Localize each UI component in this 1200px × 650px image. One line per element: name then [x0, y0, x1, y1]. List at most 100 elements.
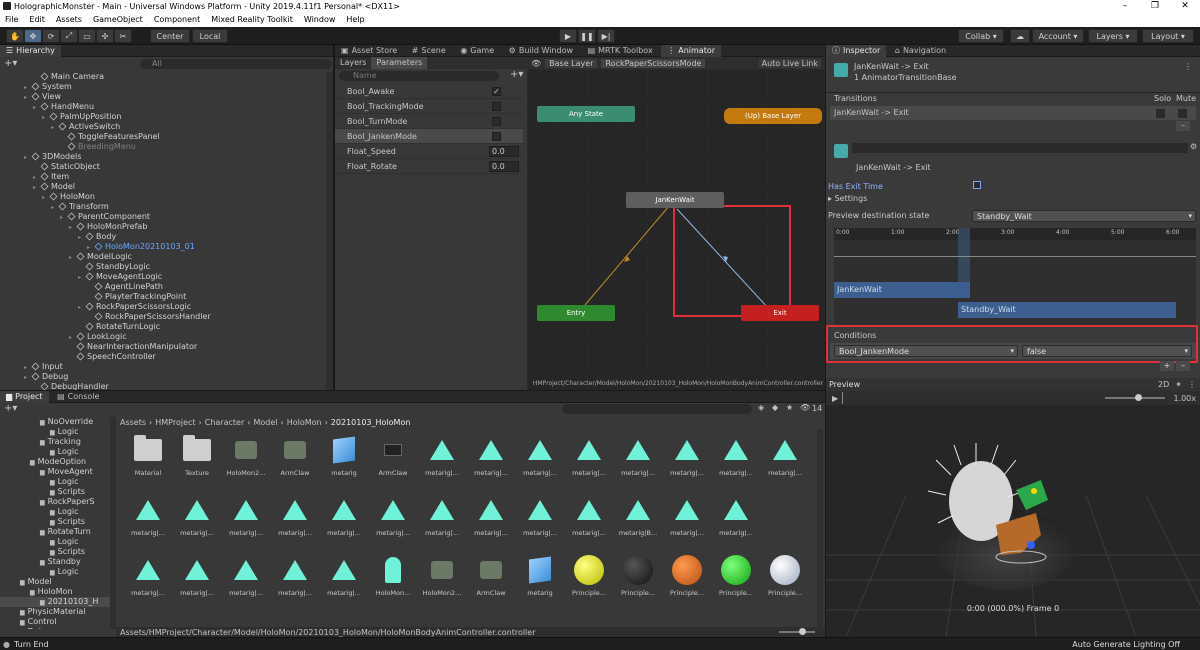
breadcrumb-rps-mode[interactable]: RockPaperScissorsMode	[601, 58, 706, 68]
hierarchy-item[interactable]: ▸ LookLogic	[69, 332, 127, 342]
minimize-button[interactable]: –	[1110, 1, 1140, 11]
menu-mrtk[interactable]: Mixed Reality Toolkit	[211, 13, 293, 27]
hierarchy-scrollbar[interactable]	[326, 72, 333, 390]
asset-item[interactable]: metarig|...	[761, 429, 809, 485]
hierarchy-item[interactable]: ▸ ActiveSwitch	[51, 122, 120, 132]
asset-item[interactable]: metarig	[516, 549, 564, 605]
asset-item[interactable]: metarig|...	[712, 489, 760, 545]
menu-window[interactable]: Window	[304, 13, 336, 27]
asset-item[interactable]: metarig|...	[663, 489, 711, 545]
project-folder-item[interactable]: ▆ Control	[20, 617, 57, 627]
hierarchy-search-input[interactable]: All	[140, 59, 332, 69]
asset-item[interactable]: metarig|...	[173, 489, 221, 545]
project-folder-item[interactable]: ▆ 20210103_H	[0, 597, 110, 607]
asset-item[interactable]: metarig|...	[565, 429, 613, 485]
project-folder-item[interactable]: ▆ Logic	[50, 567, 79, 577]
preview-scrubber[interactable]	[842, 392, 844, 404]
project-folder-item[interactable]: ▆ RotateTurn	[40, 527, 91, 537]
rotate-tool-icon[interactable]: ⟳	[42, 29, 60, 43]
parameter-row[interactable]: Float_Rotate 0.0	[335, 159, 523, 174]
asset-item[interactable]: Material	[124, 429, 172, 485]
tab-build-window[interactable]: ⚙ Build Window	[503, 45, 579, 57]
hierarchy-item[interactable]: ▸ ModelLogic	[69, 252, 132, 262]
project-folder-item[interactable]: ▆ Tracking	[40, 437, 81, 447]
create-plus-icon[interactable]: +▾	[4, 58, 17, 69]
parameter-float-field[interactable]: 0.0	[489, 146, 519, 157]
hand-tool-icon[interactable]: ✋	[6, 29, 24, 43]
asset-item[interactable]: metarig|...	[614, 429, 662, 485]
asset-item[interactable]: metarig|...	[124, 489, 172, 545]
breadcrumb-base-layer[interactable]: Base Layer	[545, 58, 598, 68]
eye-icon[interactable]: 👁	[531, 59, 541, 68]
hierarchy-item[interactable]: StandbyLogic	[78, 262, 150, 272]
crumb-holomon[interactable]: HoloMon	[287, 418, 322, 427]
asset-item[interactable]: metarig|...	[320, 549, 368, 605]
account-button[interactable]: Account ▾	[1032, 29, 1084, 43]
parameter-search-input[interactable]: Name	[339, 71, 499, 81]
menu-help[interactable]: Help	[346, 13, 364, 27]
layers-button[interactable]: Layers ▾	[1088, 29, 1138, 43]
hierarchy-item[interactable]: NearInteractionManipulator	[69, 342, 197, 352]
hierarchy-item[interactable]: ▸ 3DModels	[24, 152, 81, 162]
filter-label-icon[interactable]: ◆	[772, 403, 778, 412]
expand-arrow-icon[interactable]: ▸	[60, 213, 68, 223]
tab-console[interactable]: ▤ Console	[51, 391, 105, 403]
parameter-row[interactable]: Bool_TrackingMode	[335, 99, 523, 114]
parameter-checkbox[interactable]	[492, 132, 501, 141]
tab-asset-store[interactable]: ▣ Asset Store	[335, 45, 403, 57]
hierarchy-item[interactable]: ▸ System	[24, 82, 72, 92]
layout-button[interactable]: Layout ▾	[1142, 29, 1194, 43]
asset-item[interactable]: metarig|...	[271, 549, 319, 605]
expand-arrow-icon[interactable]: ▸	[69, 223, 77, 233]
has-exit-time-checkbox[interactable]	[973, 181, 981, 189]
project-folder-item[interactable]: ▆ MoveAgent	[40, 467, 93, 477]
asset-item[interactable]: metarig|...	[369, 489, 417, 545]
project-folder-item[interactable]: ▆ Scripts	[50, 487, 85, 497]
hierarchy-item[interactable]: AgentLinePath	[87, 282, 163, 292]
expand-arrow-icon[interactable]: ▸	[33, 183, 41, 193]
preview-play-icon[interactable]: ▶	[832, 394, 838, 403]
standby-wait-bar[interactable]: Standby_Wait	[958, 302, 1176, 318]
hierarchy-item[interactable]: ▸ RockPaperScissorsLogic	[78, 302, 191, 312]
inspector-menu-icon[interactable]: ⋮	[1184, 62, 1192, 71]
expand-arrow-icon[interactable]: ▸	[33, 103, 41, 113]
mute-checkbox[interactable]	[1178, 109, 1187, 118]
project-folder-item[interactable]: ▆ HoloMon	[30, 587, 73, 597]
asset-item[interactable]: metarig|...	[418, 489, 466, 545]
asset-item[interactable]: metarig|...	[124, 549, 172, 605]
hierarchy-item[interactable]: ▸ HoloMon	[42, 192, 95, 202]
hierarchy-item[interactable]: ▸ Model	[33, 182, 75, 192]
hierarchy-tab[interactable]: ☰ Hierarchy	[0, 45, 61, 57]
project-folder-item[interactable]: ▆ PhysicMaterial	[20, 607, 86, 617]
up-base-layer-node[interactable]: (Up) Base Layer	[724, 108, 822, 124]
asset-grid-scrollbar[interactable]	[817, 429, 823, 627]
transition-list-row[interactable]: JanKenWait -> Exit	[830, 106, 1196, 120]
tab-animator[interactable]: ⋮ Animator	[661, 45, 722, 57]
remove-condition-button[interactable]: –	[1176, 361, 1190, 371]
hierarchy-item[interactable]: ▸ ParentComponent	[60, 212, 150, 222]
hierarchy-item[interactable]: RotateTurnLogic	[78, 322, 160, 332]
parameter-row[interactable]: Bool_Awake ✓	[335, 84, 523, 99]
hierarchy-item[interactable]: ▸ Transform	[51, 202, 109, 212]
project-folder-item[interactable]: ▆ NoOverride	[40, 417, 93, 427]
asset-item[interactable]: Principle...	[663, 549, 711, 605]
asset-item[interactable]: metarig|...	[271, 489, 319, 545]
hierarchy-item[interactable]: ▸ View	[24, 92, 61, 102]
asset-item[interactable]: Texture	[173, 429, 221, 485]
parameter-row[interactable]: Bool_JankenMode	[335, 129, 523, 144]
hierarchy-item[interactable]: ▸ MoveAgentLogic	[78, 272, 162, 282]
hierarchy-item[interactable]: ▸ Input	[24, 362, 63, 372]
project-search-input[interactable]	[562, 404, 752, 414]
project-folder-item[interactable]: ▆ Model	[20, 577, 52, 587]
crumb-hmproject[interactable]: HMProject	[155, 418, 195, 427]
scale-tool-icon[interactable]: ⤢	[60, 29, 78, 43]
play-button[interactable]: ▶	[559, 29, 577, 43]
project-folder-item[interactable]: ▆ Logic	[50, 507, 79, 517]
crumb-model[interactable]: Model	[253, 418, 277, 427]
asset-item[interactable]: Principle...	[712, 549, 760, 605]
condition-value-dropdown[interactable]: false	[1022, 345, 1192, 357]
crumb-20210103[interactable]: 20210103_HoloMon	[331, 418, 411, 427]
asset-item[interactable]: metarig|...	[516, 429, 564, 485]
crumb-assets[interactable]: Assets	[120, 418, 146, 427]
tab-game[interactable]: ◉ Game	[454, 45, 500, 57]
